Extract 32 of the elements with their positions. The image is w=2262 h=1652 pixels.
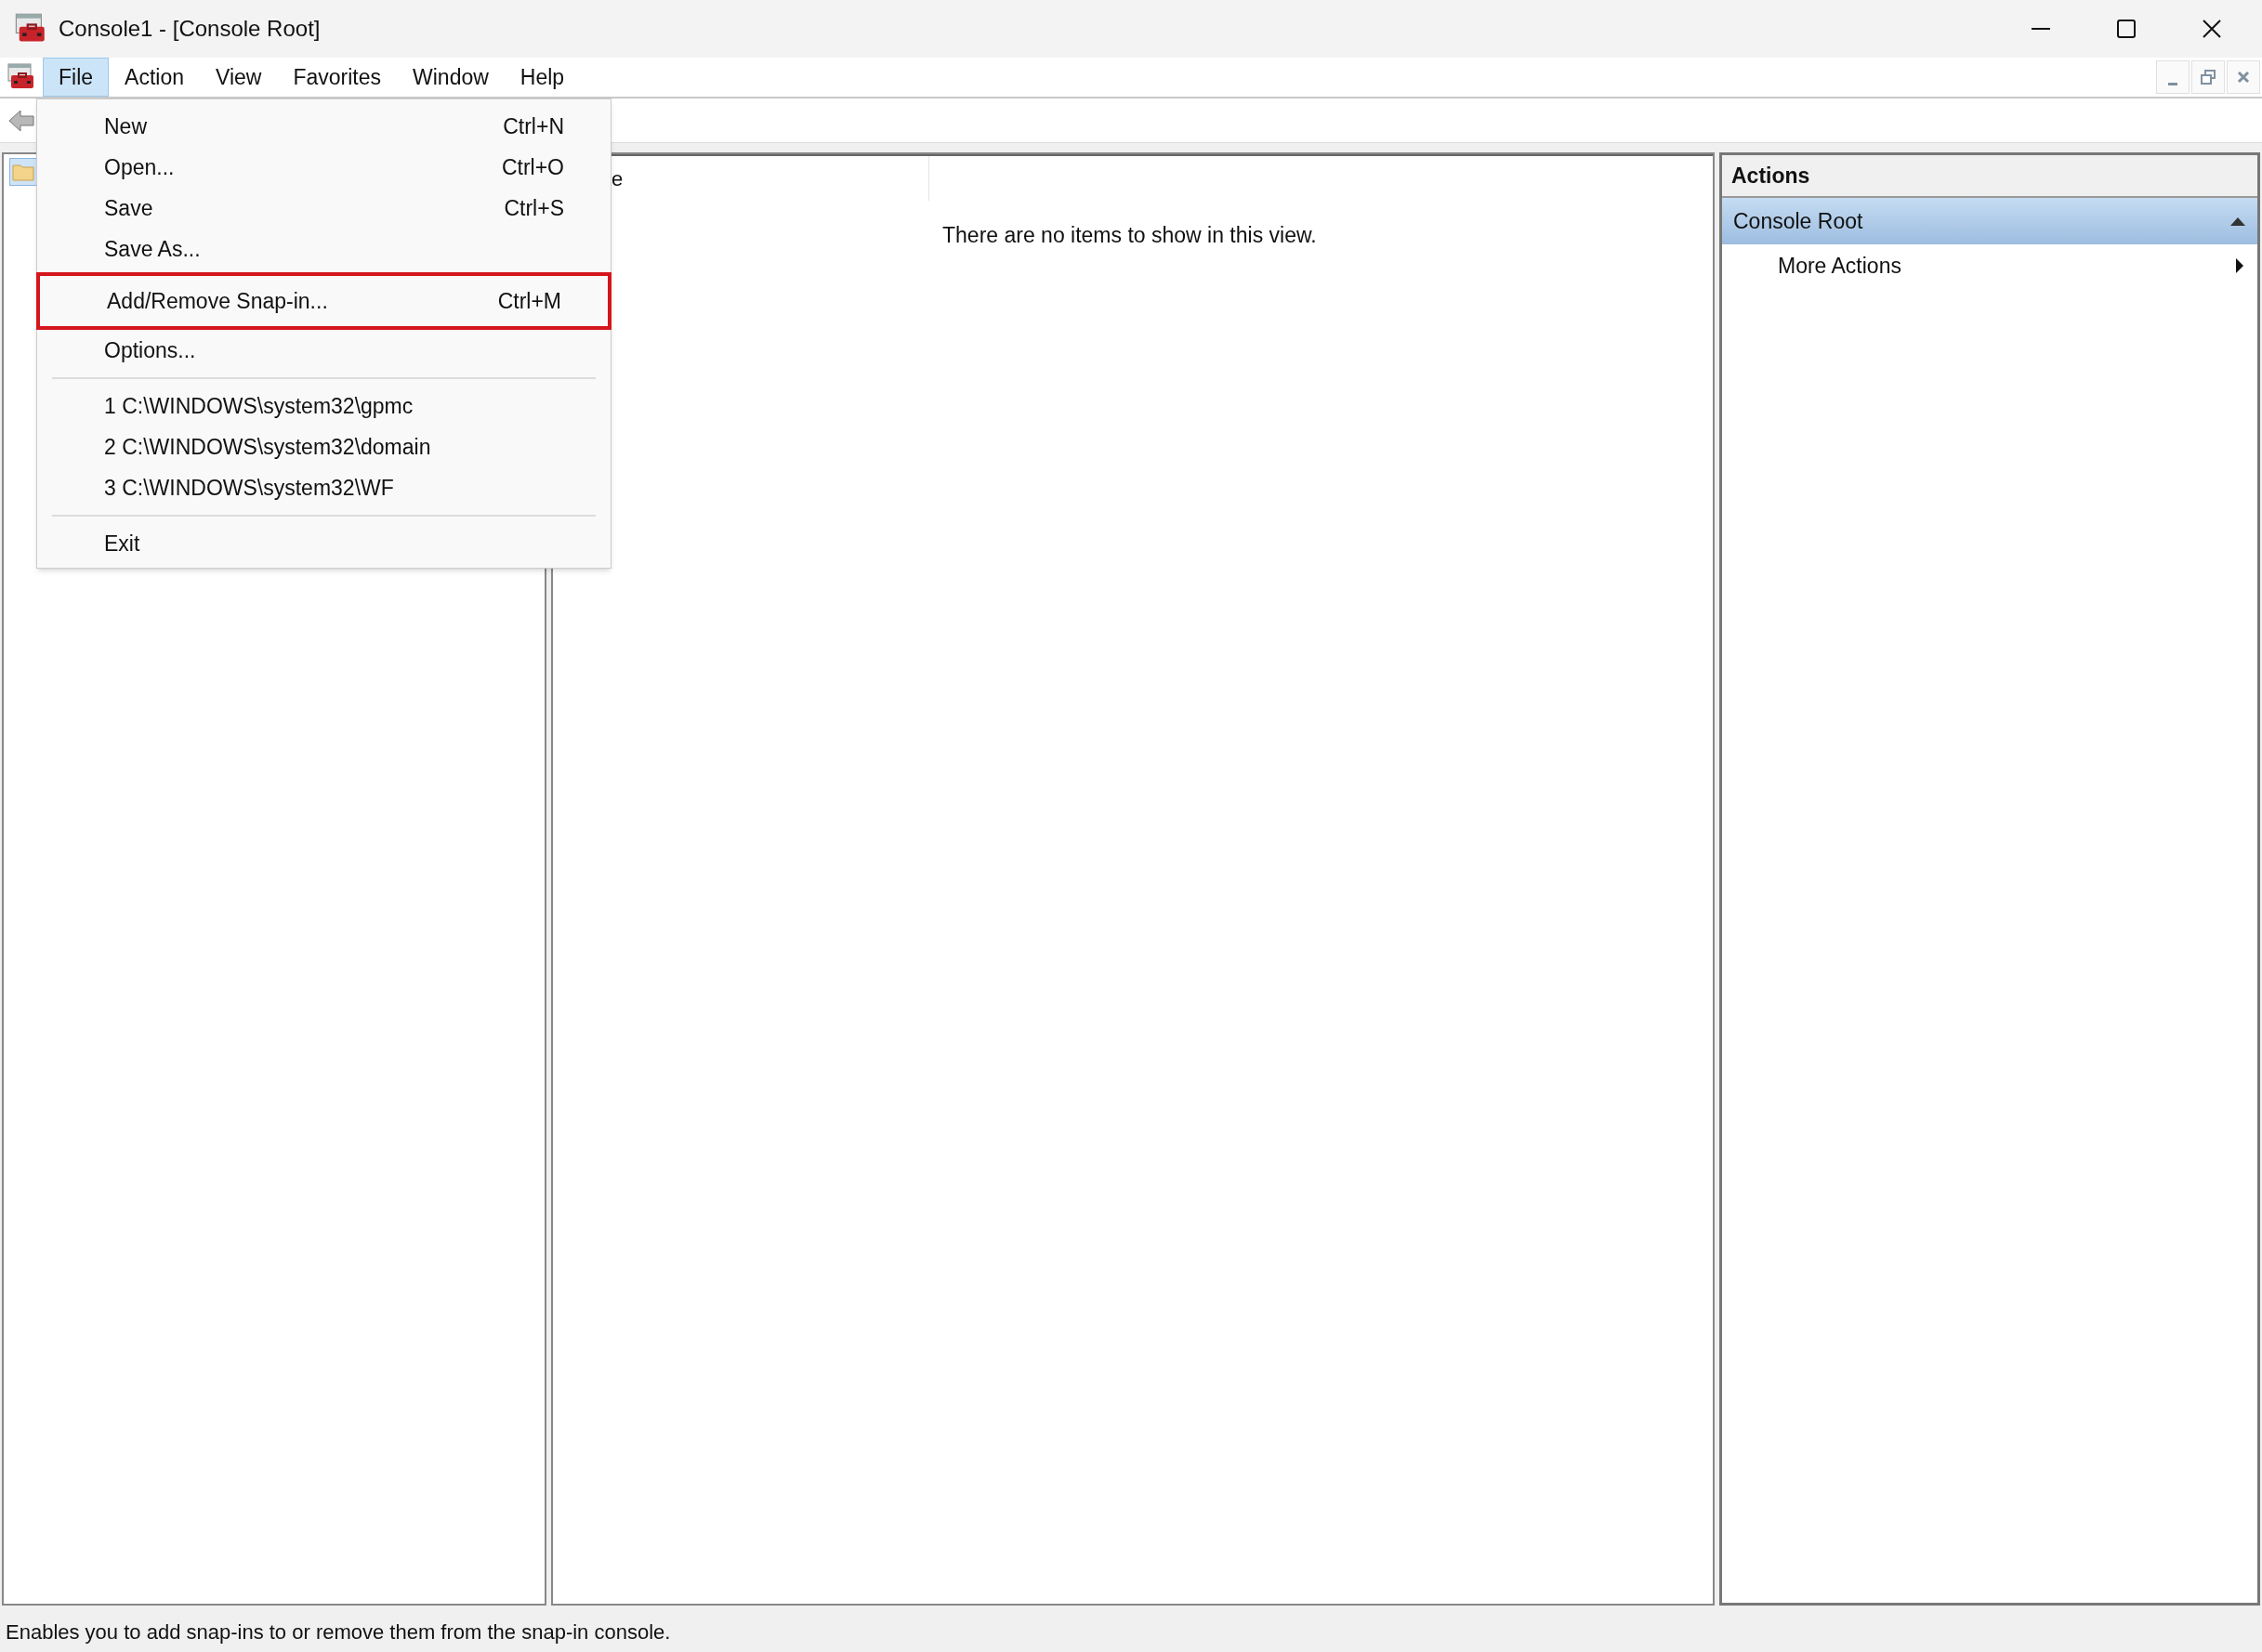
actions-title: Actions (1722, 155, 2257, 198)
menu-item[interactable]: Save As... (37, 229, 611, 269)
menu-item[interactable]: File (43, 58, 110, 97)
mdi-restore-button[interactable] (2191, 60, 2225, 94)
menu-item[interactable]: Exit (37, 523, 611, 564)
window-title: Console1 - [Console Root] (59, 15, 321, 43)
actions-section-header[interactable]: Console Root (1722, 198, 2257, 244)
close-icon (2236, 70, 2251, 85)
menu-item[interactable]: Favorites (277, 58, 398, 97)
minimize-icon (2168, 82, 2177, 85)
menu-item[interactable]: 3 C:\WINDOWS\system32\WF (37, 467, 611, 508)
menu-item[interactable]: Add/Remove Snap-in... Ctrl+M (36, 272, 612, 330)
menu-item[interactable]: Action (109, 58, 200, 97)
menu-item[interactable]: Options... (37, 330, 611, 371)
close-icon (2202, 19, 2222, 39)
folder-icon (9, 158, 37, 186)
menu-item[interactable]: View (200, 58, 278, 97)
restore-icon (2200, 69, 2216, 85)
menu-item[interactable]: Window (397, 58, 505, 97)
empty-message: There are no items to show in this view. (942, 222, 1317, 249)
menu-item[interactable]: New Ctrl+N (37, 106, 611, 147)
minimize-icon (2031, 28, 2051, 30)
menu-item[interactable]: 2 C:\WINDOWS\system32\domain (37, 426, 611, 467)
action-item[interactable]: More Actions (1722, 244, 2257, 287)
maximize-icon (2116, 19, 2137, 39)
menu-item[interactable]: Help (504, 58, 581, 97)
mdi-close-button[interactable] (2227, 60, 2260, 94)
menu-item[interactable]: 1 C:\WINDOWS\system32\gpmc (37, 386, 611, 426)
collapse-caret-icon[interactable] (2229, 216, 2246, 227)
status-text: Enables you to add snap-ins to or remove them from the snap-in console. (6, 1619, 671, 1645)
submenu-arrow-icon (2235, 257, 2244, 274)
mdi-minimize-button[interactable] (2156, 60, 2190, 94)
